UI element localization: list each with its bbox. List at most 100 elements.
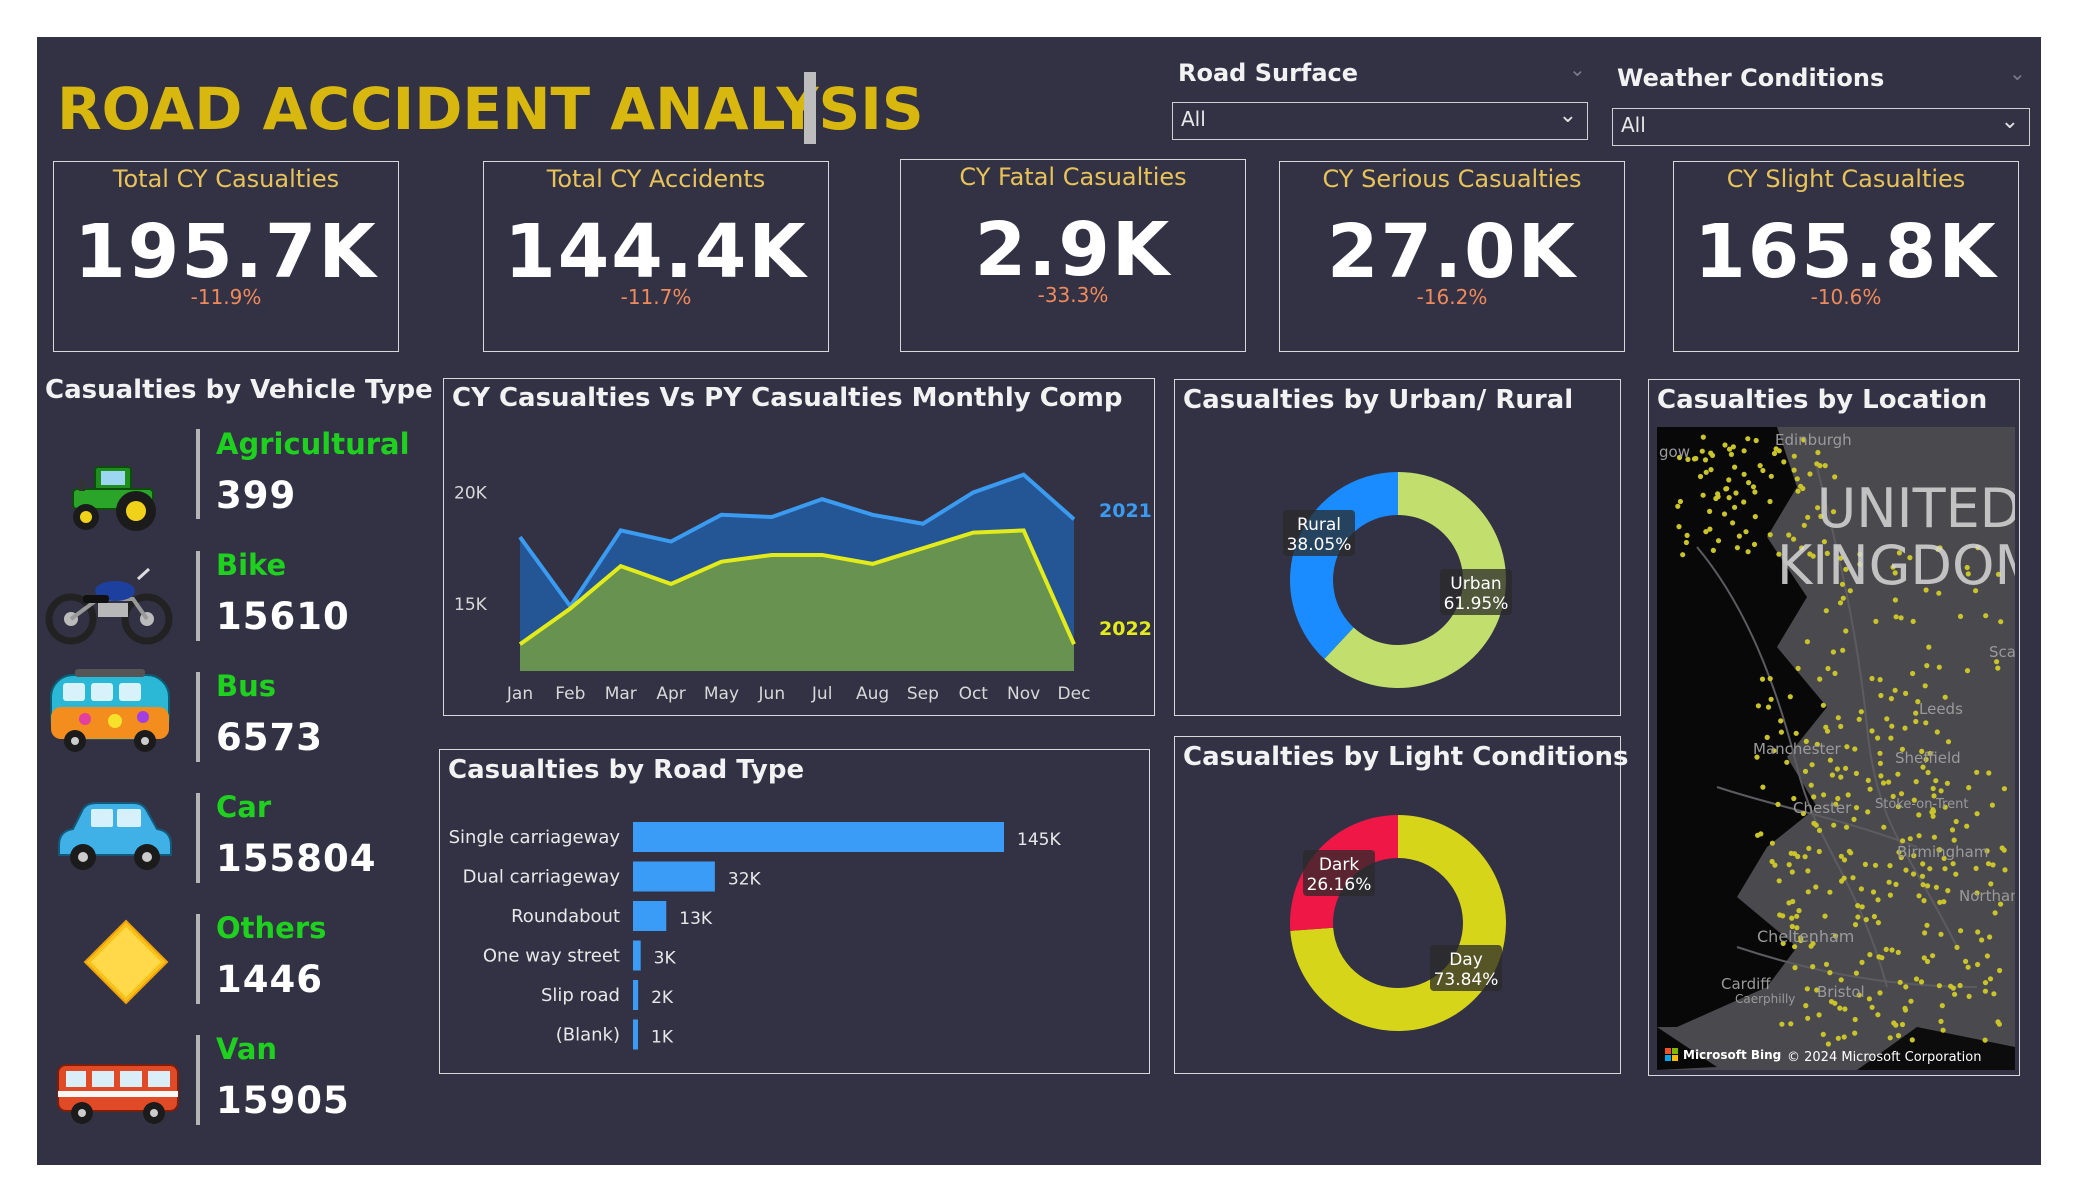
map-accident-point[interactable] <box>1883 946 1889 953</box>
map-accident-point[interactable] <box>1866 996 1872 1002</box>
map-accident-point[interactable] <box>1855 914 1861 920</box>
map-accident-point[interactable] <box>1855 903 1861 909</box>
map-accident-point[interactable] <box>1922 930 1928 936</box>
map-accident-point[interactable] <box>1923 720 1929 726</box>
map-accident-point[interactable] <box>1759 676 1766 682</box>
map-accident-point[interactable] <box>1865 777 1871 783</box>
map-accident-point[interactable] <box>1792 851 1798 857</box>
map-accident-point[interactable] <box>1880 780 1887 786</box>
map-accident-point[interactable] <box>1760 784 1766 790</box>
map-accident-point[interactable] <box>1920 882 1926 888</box>
map-accident-point[interactable] <box>1830 649 1836 655</box>
map-accident-point[interactable] <box>1989 802 1995 808</box>
map-accident-point[interactable] <box>1916 893 1922 899</box>
map-accident-point[interactable] <box>1709 452 1716 458</box>
map-accident-point[interactable] <box>1832 670 1838 676</box>
map-accident-point[interactable] <box>1940 1027 1946 1033</box>
map-accident-point[interactable] <box>1918 979 1925 985</box>
map-accident-point[interactable] <box>1820 702 1826 708</box>
map-accident-point[interactable] <box>1741 499 1747 505</box>
map-accident-point[interactable] <box>1858 886 1864 892</box>
map-accident-point[interactable] <box>1871 913 1877 920</box>
map-accident-point[interactable] <box>1902 725 1908 731</box>
map-accident-point[interactable] <box>1898 791 1905 797</box>
map-accident-point[interactable] <box>1734 545 1740 551</box>
map-accident-point[interactable] <box>1888 696 1894 702</box>
map-accident-point[interactable] <box>1975 961 1981 968</box>
map-accident-point[interactable] <box>1853 770 1859 776</box>
map-accident-point[interactable] <box>1808 782 1814 788</box>
map-accident-point[interactable] <box>1791 467 1797 473</box>
map-accident-point[interactable] <box>1907 836 1913 842</box>
map-accident-point[interactable] <box>1926 644 1932 650</box>
map-accident-point[interactable] <box>1843 628 1849 634</box>
map-accident-point[interactable] <box>1794 476 1800 482</box>
map-accident-point[interactable] <box>1752 489 1758 495</box>
map-accident-point[interactable] <box>1941 899 1947 905</box>
map-accident-point[interactable] <box>1838 723 1844 729</box>
map-accident-point[interactable] <box>1963 958 1969 965</box>
map-accident-point[interactable] <box>1939 1003 1945 1009</box>
map-accident-point[interactable] <box>1916 833 1922 839</box>
map-accident-point[interactable] <box>1732 464 1738 470</box>
map-accident-point[interactable] <box>1873 618 1879 624</box>
map-accident-point[interactable] <box>1791 453 1797 459</box>
map-accident-point[interactable] <box>1910 871 1917 877</box>
map-accident-point[interactable] <box>1934 729 1940 735</box>
map-accident-point[interactable] <box>1902 1005 1908 1011</box>
map-accident-point[interactable] <box>1867 786 1873 792</box>
map-accident-point[interactable] <box>1951 837 1957 843</box>
map-accident-point[interactable] <box>1713 495 1719 502</box>
map-accident-point[interactable] <box>1813 822 1819 828</box>
map-accident-point[interactable] <box>1822 463 1828 469</box>
map-accident-point[interactable] <box>1876 954 1882 960</box>
map-accident-point[interactable] <box>1867 952 1873 958</box>
map-accident-point[interactable] <box>1804 986 1810 992</box>
map-accident-point[interactable] <box>1878 773 1884 779</box>
bar-2[interactable] <box>633 901 667 931</box>
map-accident-point[interactable] <box>1784 759 1790 765</box>
map-accident-point[interactable] <box>1930 953 1936 959</box>
map-accident-point[interactable] <box>1875 1012 1881 1018</box>
map-accident-point[interactable] <box>1781 459 1787 465</box>
map-accident-point[interactable] <box>1829 772 1835 778</box>
map-accident-point[interactable] <box>1950 985 1956 991</box>
map-accident-point[interactable] <box>2002 867 2008 873</box>
map-accident-point[interactable] <box>1840 647 1846 653</box>
map-accident-point[interactable] <box>1952 991 1958 997</box>
map-accident-point[interactable] <box>1973 865 1979 871</box>
map-accident-point[interactable] <box>1835 715 1841 721</box>
map-accident-point[interactable] <box>1805 868 1811 874</box>
map-accident-point[interactable] <box>1979 937 1985 943</box>
map-accident-point[interactable] <box>1825 1041 1831 1047</box>
map-accident-point[interactable] <box>1916 812 1922 818</box>
map-accident-point[interactable] <box>1949 827 1956 833</box>
map-accident-point[interactable] <box>1816 1012 1822 1018</box>
map-accident-point[interactable] <box>1697 473 1704 480</box>
map-accident-point[interactable] <box>1995 1019 2001 1025</box>
map-accident-point[interactable] <box>1745 436 1751 442</box>
map-accident-point[interactable] <box>1964 823 1970 829</box>
map-accident-point[interactable] <box>1703 529 1709 535</box>
map-accident-point[interactable] <box>1831 822 1837 828</box>
map-accident-point[interactable] <box>1802 768 1809 774</box>
map-accident-point[interactable] <box>1837 600 1844 606</box>
map-accident-point[interactable] <box>1856 716 1862 722</box>
map-accident-point[interactable] <box>1927 866 1933 872</box>
map-accident-point[interactable] <box>1728 451 1734 457</box>
map-accident-point[interactable] <box>1877 760 1883 766</box>
map-accident-point[interactable] <box>1817 676 1823 682</box>
map-accident-point[interactable] <box>1933 884 1939 890</box>
map-accident-point[interactable] <box>1758 831 1764 837</box>
map-accident-point[interactable] <box>1913 976 1920 982</box>
map-accident-point[interactable] <box>1769 840 1775 846</box>
map-accident-point[interactable] <box>1908 998 1914 1004</box>
map-accident-point[interactable] <box>1875 920 1881 926</box>
map-accident-point[interactable] <box>1893 881 1899 887</box>
map-accident-point[interactable] <box>1886 879 1892 885</box>
map-accident-point[interactable] <box>1834 766 1840 772</box>
map-accident-point[interactable] <box>1726 446 1733 452</box>
map-accident-point[interactable] <box>1827 757 1833 763</box>
map-accident-point[interactable] <box>1893 614 1899 620</box>
map-accident-point[interactable] <box>1938 1018 1944 1024</box>
